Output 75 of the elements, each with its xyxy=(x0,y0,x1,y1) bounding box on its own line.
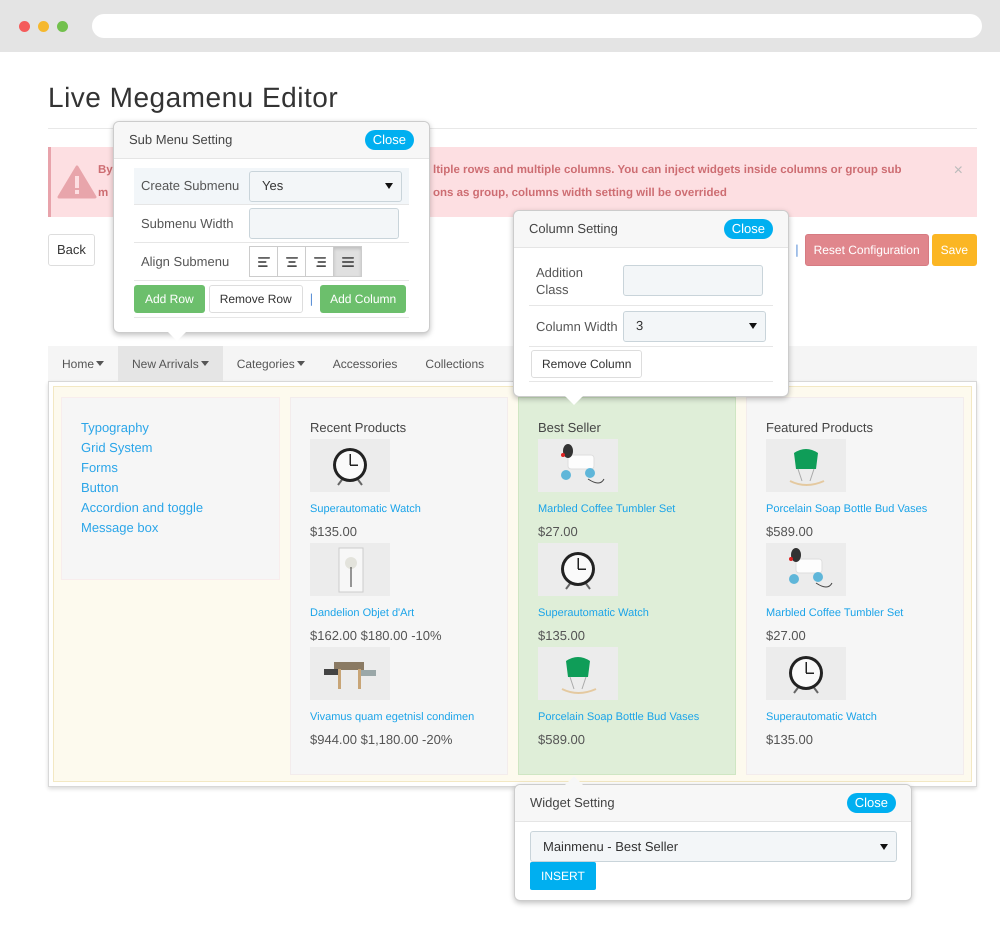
align-button[interactable] xyxy=(249,246,278,277)
alert-text: ltiple rows and multiple columns. You can inject widgets inside columns or group sub xyxy=(433,162,903,178)
product-price: $135.00 xyxy=(766,732,813,748)
field-label: Align Submenu xyxy=(141,252,230,271)
caret-icon xyxy=(880,844,888,850)
product-price: $944.00 $1,180.00 -20% xyxy=(310,732,452,748)
nav-item[interactable]: New Arrivals xyxy=(118,346,223,381)
width-select[interactable]: 3 xyxy=(623,310,766,342)
remove-column-button[interactable]: Remove Column xyxy=(531,350,642,378)
back-button[interactable]: Back xyxy=(48,234,95,266)
alert-text: m xyxy=(98,186,108,201)
popup-title: Widget Setting xyxy=(530,794,615,812)
warning-icon xyxy=(57,165,97,199)
submenu-select[interactable]: Yes xyxy=(249,170,402,202)
product-price: $135.00 xyxy=(310,524,357,540)
caret-icon xyxy=(749,323,757,329)
product-price: $162.00 $180.00 -10% xyxy=(310,628,442,644)
field-label: Create Submenu xyxy=(141,177,240,196)
add-column-button[interactable]: Add Column xyxy=(320,285,406,313)
align-justify-icon xyxy=(340,254,354,268)
close-button[interactable]: Close xyxy=(724,219,773,239)
product-link[interactable]: Vivamus quam egetnisl condimen xyxy=(310,710,474,724)
separator: | xyxy=(310,290,314,308)
product-price: $27.00 xyxy=(538,524,578,540)
column-title: Best Seller xyxy=(538,420,602,436)
field-label: Column Width xyxy=(536,318,619,334)
menu-link[interactable]: Grid System xyxy=(81,438,279,458)
remove-row-button[interactable]: Remove Row xyxy=(208,285,303,313)
nav-item[interactable]: Categories xyxy=(222,346,319,381)
caret-icon xyxy=(385,183,393,189)
nav-item[interactable]: Accessories xyxy=(318,346,412,381)
separator: | xyxy=(795,241,799,260)
product-price: $135.00 xyxy=(538,628,585,644)
close-button[interactable]: × xyxy=(954,159,963,183)
menu-link[interactable]: Accordion and toggle xyxy=(81,498,279,518)
product-link[interactable]: Porcelain Soap Bottle Bud Vases xyxy=(538,710,700,724)
field-label: Submenu Width xyxy=(141,214,234,233)
close-button[interactable]: Close xyxy=(846,793,896,813)
nav-item[interactable]: Home xyxy=(48,346,118,381)
alert-text: By xyxy=(98,162,113,178)
menu-link[interactable]: Forms xyxy=(81,458,279,478)
menu-link[interactable]: Typography xyxy=(81,418,279,438)
product-link[interactable]: Porcelain Soap Bottle Bud Vases xyxy=(766,502,928,516)
class-input[interactable] xyxy=(623,265,763,296)
product-price: $589.00 xyxy=(538,732,585,748)
align-left-icon xyxy=(256,254,270,268)
save-button[interactable]: Save xyxy=(932,234,977,266)
product-price: $589.00 xyxy=(766,524,813,540)
align-button[interactable] xyxy=(277,246,306,277)
product-link[interactable]: Superautomatic Watch xyxy=(310,502,421,516)
close-button[interactable]: Close xyxy=(364,130,414,150)
nav-item[interactable]: Collections xyxy=(411,346,498,381)
column-title: Featured Products xyxy=(766,420,874,436)
product-link[interactable]: Marbled Coffee Tumbler Set xyxy=(538,502,676,516)
column-title: Recent Products xyxy=(310,420,408,436)
widget-select[interactable]: Mainmenu - Best Seller xyxy=(530,831,897,862)
align-right-icon xyxy=(312,254,326,268)
product-link[interactable]: Marbled Coffee Tumbler Set xyxy=(766,606,904,620)
menu-link[interactable]: Button xyxy=(81,478,279,498)
width-input[interactable] xyxy=(249,208,399,239)
align-button[interactable] xyxy=(333,246,362,277)
add-row-button[interactable]: Add Row xyxy=(134,285,205,313)
product-link[interactable]: Dandelion Objet d'Art xyxy=(310,606,414,620)
align-center-icon xyxy=(284,254,298,268)
popup-title: Sub Menu Setting xyxy=(129,131,232,150)
field-label: Addition Class xyxy=(536,264,584,298)
product-link[interactable]: Superautomatic Watch xyxy=(766,710,877,724)
alert-text: ons as group, columns width setting will be overrided xyxy=(433,186,728,201)
insert-button[interactable]: INSERT xyxy=(530,862,596,890)
product-link[interactable]: Superautomatic Watch xyxy=(538,606,649,620)
align-button[interactable] xyxy=(305,246,334,277)
product-price: $27.00 xyxy=(766,628,806,644)
menu-link[interactable]: Message box xyxy=(81,518,279,538)
popup-title: Column Setting xyxy=(529,220,618,238)
reset-button[interactable]: Reset Configuration xyxy=(804,234,929,266)
